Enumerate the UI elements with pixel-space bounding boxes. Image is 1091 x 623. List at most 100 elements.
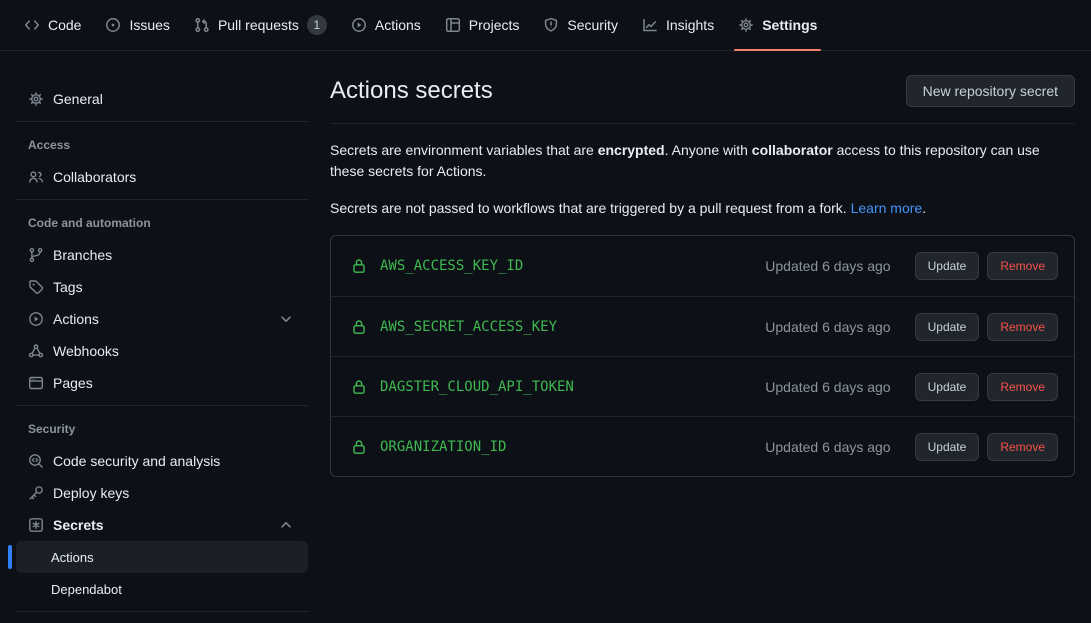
remove-secret-button[interactable]: Remove [987, 252, 1058, 280]
play-icon [28, 311, 44, 327]
tab-label: Code [48, 17, 81, 33]
gear-icon [738, 17, 754, 33]
tab-projects[interactable]: Projects [437, 9, 528, 41]
people-icon [28, 169, 44, 185]
sidebar-section-security: Security [16, 413, 308, 445]
actions-secrets-panel: Actions secrets New repository secret Se… [314, 51, 1091, 477]
key-icon [28, 485, 44, 501]
sidebar-item-label: Code security and analysis [53, 453, 220, 469]
secret-row: ORGANIZATION_ID Updated 6 days ago Updat… [331, 416, 1074, 476]
update-secret-button[interactable]: Update [915, 433, 980, 461]
pull-request-count-badge: 1 [307, 15, 327, 35]
remove-secret-button[interactable]: Remove [987, 313, 1058, 341]
tag-icon [28, 279, 44, 295]
sidebar-item-tags[interactable]: Tags [16, 271, 308, 303]
sidebar-item-label: Actions [53, 311, 99, 327]
sidebar-item-label: Secrets [53, 517, 104, 533]
sidebar-item-branches[interactable]: Branches [16, 239, 308, 271]
sidebar-item-label: Pages [53, 375, 93, 391]
graph-icon [642, 17, 658, 33]
sidebar-section-access: Access [16, 129, 308, 161]
sidebar-item-webhooks[interactable]: Webhooks [16, 335, 308, 367]
secret-updated: Updated 6 days ago [765, 258, 890, 274]
sidebar-divider [16, 121, 308, 122]
secret-name: AWS_ACCESS_KEY_ID [380, 258, 523, 274]
table-icon [445, 17, 461, 33]
tab-code[interactable]: Code [16, 9, 89, 41]
lock-icon [351, 439, 367, 455]
tab-label: Pull requests [218, 17, 299, 33]
sidebar-item-pages[interactable]: Pages [16, 367, 308, 399]
tab-issues[interactable]: Issues [97, 9, 177, 41]
sidebar-item-secrets[interactable]: Secrets [16, 509, 308, 541]
tab-actions[interactable]: Actions [343, 9, 429, 41]
tab-label: Security [567, 17, 618, 33]
lock-icon [351, 319, 367, 335]
sidebar-divider [16, 199, 308, 200]
code-icon [24, 17, 40, 33]
remove-secret-button[interactable]: Remove [987, 373, 1058, 401]
secret-row: AWS_SECRET_ACCESS_KEY Updated 6 days ago… [331, 296, 1074, 356]
sidebar-item-actions[interactable]: Actions [16, 303, 308, 335]
update-secret-button[interactable]: Update [915, 313, 980, 341]
sidebar-item-deploy-keys[interactable]: Deploy keys [16, 477, 308, 509]
pull-request-icon [194, 17, 210, 33]
issue-opened-icon [105, 17, 121, 33]
sidebar-item-label: Dependabot [51, 582, 122, 597]
update-secret-button[interactable]: Update [915, 373, 980, 401]
sidebar-item-label: Collaborators [53, 169, 136, 185]
sidebar-item-code-security[interactable]: Code security and analysis [16, 445, 308, 477]
secrets-table: AWS_ACCESS_KEY_ID Updated 6 days ago Upd… [330, 235, 1075, 477]
sidebar-divider [16, 405, 308, 406]
header-divider [330, 123, 1075, 124]
sidebar-divider [16, 611, 308, 612]
secret-updated: Updated 6 days ago [765, 379, 890, 395]
shield-icon [543, 17, 559, 33]
tab-label: Issues [129, 17, 169, 33]
tab-security[interactable]: Security [535, 9, 626, 41]
lock-icon [351, 258, 367, 274]
tab-pull-requests[interactable]: Pull requests 1 [186, 9, 335, 41]
new-repository-secret-button[interactable]: New repository secret [906, 75, 1075, 107]
learn-more-link[interactable]: Learn more [851, 200, 923, 216]
branch-icon [28, 247, 44, 263]
secret-row: AWS_ACCESS_KEY_ID Updated 6 days ago Upd… [331, 236, 1074, 296]
secrets-box-icon [28, 517, 44, 533]
tab-settings[interactable]: Settings [730, 9, 825, 41]
tab-label: Settings [762, 17, 817, 33]
play-icon [351, 17, 367, 33]
tab-insights[interactable]: Insights [634, 9, 722, 41]
sidebar-item-collaborators[interactable]: Collaborators [16, 161, 308, 193]
sidebar-item-secrets-actions[interactable]: Actions [16, 541, 308, 573]
sidebar-item-general[interactable]: General [16, 83, 308, 115]
secret-updated: Updated 6 days ago [765, 439, 890, 455]
sidebar-item-label: Actions [51, 550, 94, 565]
browser-icon [28, 375, 44, 391]
webhook-icon [28, 343, 44, 359]
remove-secret-button[interactable]: Remove [987, 433, 1058, 461]
sidebar-item-secrets-dependabot[interactable]: Dependabot [16, 573, 308, 605]
update-secret-button[interactable]: Update [915, 252, 980, 280]
tab-label: Projects [469, 17, 520, 33]
fork-note: Secrets are not passed to workflows that… [330, 198, 1075, 219]
secret-updated: Updated 6 days ago [765, 319, 890, 335]
chevron-up-icon [278, 517, 294, 533]
settings-sidebar: General Access Collaborators Code and au… [0, 51, 314, 619]
tab-label: Actions [375, 17, 421, 33]
sidebar-item-label: Deploy keys [53, 485, 129, 501]
lock-icon [351, 379, 367, 395]
sidebar-item-label: Tags [53, 279, 83, 295]
secrets-description: Secrets are environment variables that a… [330, 140, 1075, 182]
sidebar-section-code-automation: Code and automation [16, 207, 308, 239]
secret-row: DAGSTER_CLOUD_API_TOKEN Updated 6 days a… [331, 356, 1074, 416]
repo-tab-nav: Code Issues Pull requests 1 Actions Proj… [0, 0, 1091, 51]
code-scan-icon [28, 453, 44, 469]
chevron-down-icon [278, 311, 294, 327]
secret-name: ORGANIZATION_ID [380, 439, 506, 455]
secret-name: AWS_SECRET_ACCESS_KEY [380, 319, 557, 335]
tab-label: Insights [666, 17, 714, 33]
sidebar-item-label: General [53, 91, 103, 107]
page-title: Actions secrets [330, 77, 493, 105]
sidebar-item-label: Webhooks [53, 343, 119, 359]
secret-name: DAGSTER_CLOUD_API_TOKEN [380, 379, 574, 395]
